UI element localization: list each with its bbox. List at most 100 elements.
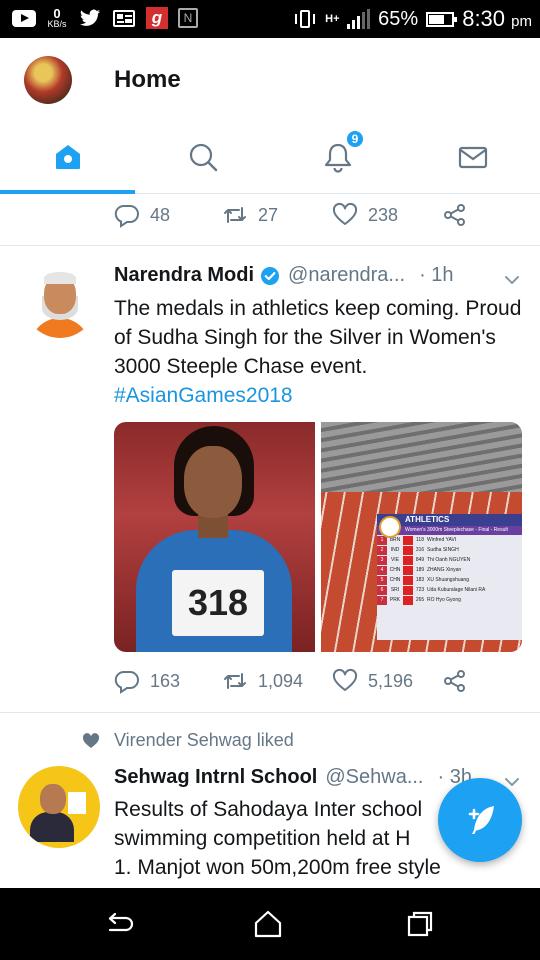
retweet-icon (224, 207, 246, 223)
share-button[interactable] (442, 202, 468, 228)
tweet-author-avatar[interactable] (18, 766, 100, 848)
share-icon (444, 670, 465, 692)
results-bib: 189 (415, 567, 425, 573)
results-athlete-name: ZHANG Xinyan (427, 567, 462, 573)
reply-button[interactable]: 163 (114, 668, 222, 694)
results-table: ATHLETICS Women's 3000m Steeplechase - F… (377, 514, 522, 640)
reply-button[interactable]: 48 (114, 202, 222, 228)
author-handle[interactable]: @Sehwa... (325, 766, 423, 789)
clock-ampm: pm (511, 13, 532, 30)
results-rank: 6 (377, 586, 387, 595)
heart-icon (332, 668, 358, 691)
system-navigation-bar (0, 888, 540, 960)
tab-messages[interactable] (405, 120, 540, 193)
compose-feather-icon (468, 806, 494, 834)
games-logo (379, 516, 401, 538)
athlete-photo[interactable]: 318 (114, 422, 315, 652)
tab-search[interactable] (135, 120, 270, 193)
tweet-header: Narendra Modi @narendra... · 1h (114, 264, 454, 287)
results-row: 6 SRI 723 Uda Kuburalage Nilani RA (377, 586, 522, 595)
results-bib: 849 (415, 557, 425, 563)
retweet-button[interactable]: 27 (222, 202, 332, 228)
results-rank: 7 (377, 596, 387, 605)
social-context-text: Virender Sehwag liked (114, 730, 294, 750)
app-header: Home (0, 38, 540, 120)
results-athlete-name: Thi Oanh NGUYEN (427, 557, 471, 563)
clock-time: 8:30 (462, 6, 506, 31)
reply-icon (114, 204, 139, 228)
results-row: 7 PRK 265 RO Hyo Gyong (377, 596, 522, 605)
back-button[interactable] (104, 908, 136, 940)
results-photo[interactable]: ATHLETICS Women's 3000m Steeplechase - F… (321, 422, 522, 652)
network-speed: 0 KB/s (46, 7, 68, 29)
chevron-down-icon[interactable] (502, 270, 522, 290)
hashtag-link[interactable]: #AsianGames2018 (114, 381, 524, 410)
heart-icon (332, 202, 358, 225)
author-name[interactable]: Sehwag Intrnl School (114, 766, 317, 789)
results-athlete-name: Winfred YAVI (427, 537, 457, 543)
verified-badge-icon (261, 266, 280, 285)
recent-apps-icon (407, 911, 433, 937)
author-name[interactable]: Narendra Modi (114, 264, 254, 287)
flag-icon (403, 546, 413, 555)
results-country: VIE (390, 557, 400, 563)
like-button[interactable]: 5,196 (332, 668, 442, 694)
flag-icon (403, 586, 413, 595)
heart-filled-icon (82, 732, 100, 748)
reply-count: 163 (150, 670, 181, 691)
tweet-author-avatar[interactable] (24, 266, 96, 338)
tweet-body: The medals in athletics keep coming. Pro… (114, 297, 522, 378)
tab-home[interactable] (0, 120, 135, 193)
results-bib: 183 (415, 577, 425, 583)
retweet-icon (224, 673, 246, 689)
results-bib: 265 (415, 597, 425, 603)
retweet-button[interactable]: 1,094 (222, 668, 332, 694)
back-icon (108, 912, 134, 932)
divider (0, 712, 540, 713)
results-rank: 3 (377, 556, 387, 565)
tab-bar: 9 (0, 120, 540, 194)
results-rank: 2 (377, 546, 387, 555)
flag-icon (403, 556, 413, 565)
results-row: 1 BRN 118 Winfred YAVI (377, 536, 522, 545)
youtube-notification-icon (12, 7, 36, 29)
profile-avatar[interactable] (24, 56, 72, 104)
tab-notifications[interactable]: 9 (270, 120, 405, 193)
results-row: 5 CHN 183 XU Shuangshuang (377, 576, 522, 585)
network-speed-unit: KB/s (47, 19, 67, 29)
social-context[interactable]: Virender Sehwag liked (82, 730, 294, 751)
results-bib: 316 (415, 547, 425, 553)
tweet-header: Sehwag Intrnl School @Sehwa... · 3h (114, 766, 472, 789)
results-rank: 4 (377, 566, 387, 575)
results-athlete-name: RO Hyo Gyong (427, 597, 461, 603)
signal-icon (347, 9, 371, 29)
clock: 8:30 pm (462, 6, 532, 32)
news-notification-icon (112, 7, 136, 29)
battery-icon (426, 11, 458, 27)
tweet-time: · 1h (419, 264, 454, 286)
like-button[interactable]: 238 (332, 202, 442, 228)
author-handle[interactable]: @narendra... (288, 264, 405, 287)
network-type: H+ (325, 13, 340, 25)
notification-badge: 9 (345, 129, 365, 149)
twitter-notification-icon (78, 7, 102, 29)
page-title: Home (114, 66, 181, 93)
results-country: SRI (390, 587, 400, 593)
results-row: 3 VIE 849 Thi Oanh NGUYEN (377, 556, 522, 565)
results-athlete-name: Sudha SINGH (427, 547, 459, 553)
recent-apps-button[interactable] (404, 908, 436, 940)
n-app-notification-icon: N (178, 8, 198, 28)
divider (0, 245, 540, 246)
results-country: PRK (389, 597, 401, 603)
tweet-text: The medals in athletics keep coming. Pro… (114, 294, 524, 410)
like-count: 5,196 (368, 670, 414, 691)
results-athlete-name: Uda Kuburalage Nilani RA (427, 587, 486, 593)
flag-icon (403, 576, 413, 585)
compose-tweet-button[interactable] (438, 778, 522, 862)
share-button[interactable] (442, 668, 468, 694)
results-row: 2 IND 316 Sudha SINGH (377, 546, 522, 555)
home-nav-button[interactable] (252, 908, 284, 940)
tweet-media[interactable]: 318 ATHLETICS Women's 3000m Steeplechase… (114, 422, 522, 652)
results-country: IND (390, 547, 400, 553)
results-bib: 118 (416, 537, 424, 543)
